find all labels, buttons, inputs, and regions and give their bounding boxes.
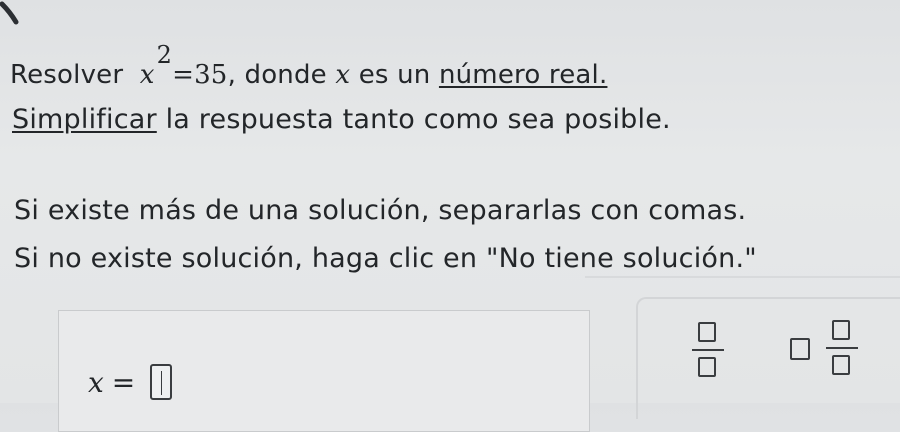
answer-equals: =: [111, 366, 136, 399]
es-un-text: es un: [358, 60, 431, 90]
equation-base: x: [139, 60, 155, 90]
answer-area: [58, 310, 590, 432]
section-divider: [585, 276, 900, 278]
answer-variable: x: [88, 366, 104, 399]
problem-line-1: Resolver x2=35, donde x es un número rea…: [10, 41, 608, 90]
numero-real-link[interactable]: número real.: [439, 60, 608, 90]
variable-x: x: [335, 60, 351, 90]
fraction-button[interactable]: [688, 318, 728, 384]
mixed-number-button[interactable]: [782, 310, 866, 380]
equation: x2=35: [139, 41, 228, 90]
resolver-text: Resolver: [10, 60, 124, 90]
answer-label: x =: [88, 366, 135, 399]
problem-line-2: Simplificar la respuesta tanto como sea …: [12, 104, 671, 135]
pen-stroke-mark: [0, 1, 19, 25]
multiple-solutions-instruction: Si existe más de una solución, separarla…: [14, 195, 747, 226]
simplify-instruction: la respuesta tanto como sea posible.: [165, 104, 671, 135]
equation-exponent: 2: [156, 41, 173, 69]
simplificar-link[interactable]: Simplificar: [12, 104, 157, 135]
equation-rest: =35: [172, 60, 228, 90]
no-solution-instruction: Si no existe solución, haga clic en "No …: [14, 243, 757, 274]
donde-text: , donde: [227, 60, 327, 90]
answer-input[interactable]: [150, 364, 172, 400]
